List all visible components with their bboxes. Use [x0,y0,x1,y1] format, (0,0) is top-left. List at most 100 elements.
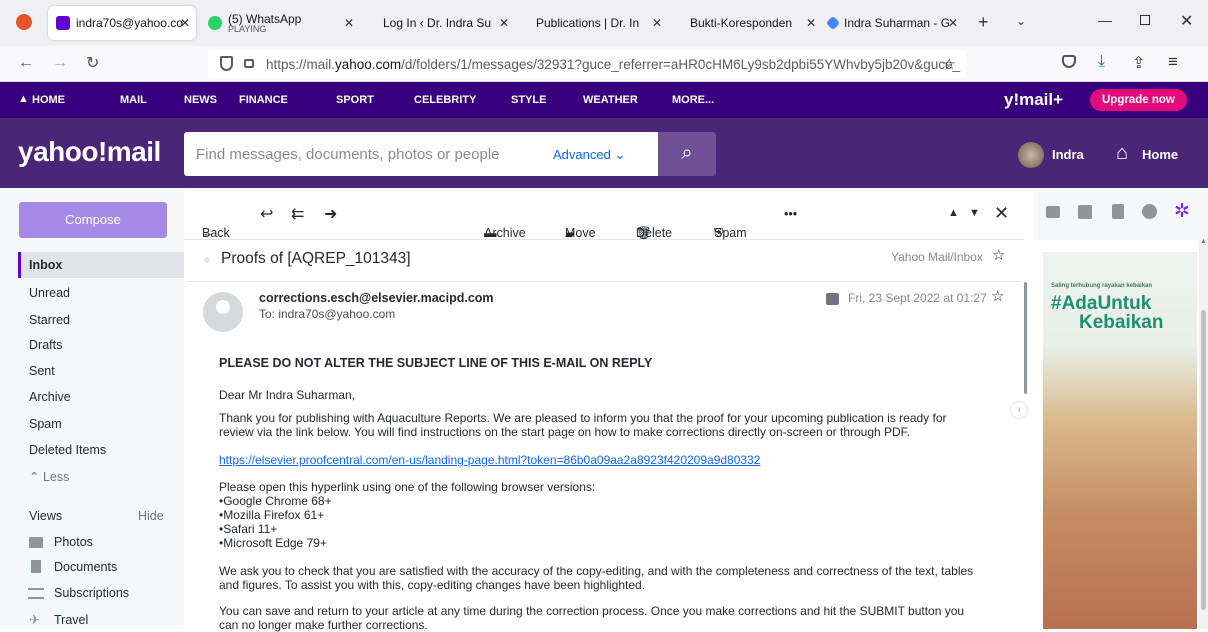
subscriptions-icon [28,588,44,599]
scrollbar-thumb[interactable] [1201,310,1206,610]
bookmark-star-icon[interactable]: ☆ [943,55,956,73]
browser-tab-login[interactable]: Log In ‹ Dr. Indra Su ✕ [375,6,515,40]
previous-message-icon[interactable]: ▲ [948,207,959,219]
sidebar-item-drafts[interactable]: Drafts [29,338,62,352]
scroll-up-icon[interactable]: ▲ [1200,238,1207,245]
folder-path[interactable]: Yahoo Mail/Inbox [891,250,983,264]
sidebar-item-photos[interactable]: Photos [54,535,93,549]
body-heading: PLEASE DO NOT ALTER THE SUBJECT LINE OF … [219,356,653,370]
next-message-icon[interactable]: ▼ [969,207,980,219]
restore-icon[interactable] [1140,15,1150,25]
browser-list-item: •Microsoft Edge 79+ [219,536,327,550]
close-window-icon[interactable]: ✕ [1180,11,1193,31]
home-house-icon[interactable]: ⌂ [1116,142,1128,165]
close-tab-icon[interactable]: ✕ [499,16,509,30]
notepad-icon[interactable] [1112,204,1124,219]
message-scrollbar[interactable] [1024,282,1027,394]
home-link[interactable]: Home [1142,147,1178,162]
divider [188,281,1022,282]
help-icon[interactable] [1142,204,1157,219]
avatar[interactable] [1018,142,1044,168]
sidebar-item-travel[interactable]: Travel [54,613,88,627]
sidebar-item-spam[interactable]: Spam [29,417,62,431]
nav-celebrity[interactable]: CELEBRITY [414,94,476,106]
proof-link[interactable]: https://elsevier.proofcentral.com/en-us/… [219,453,760,467]
settings-gear-icon[interactable]: ✲ [1174,200,1190,223]
nav-weather[interactable]: WEATHER [583,94,638,106]
more-actions-button[interactable]: ••• [784,207,797,221]
browser-tab-whatsapp[interactable]: (5) WhatsApp PLAYING ✕ [200,6,360,40]
photos-icon [29,537,43,548]
browser-list-item: •Google Chrome 68+ [219,494,332,508]
home-icon[interactable]: ▲ [18,93,29,105]
documents-icon [31,560,41,573]
share-icon[interactable]: ⇪ [1132,53,1145,73]
ad-tagline: Saling terhubung rayakan kebaikan [1051,283,1153,289]
download-icon[interactable]: ⤓ [1098,53,1105,71]
compose-button[interactable]: Compose [19,202,167,238]
nav-finance[interactable]: FINANCE [239,94,288,106]
url-field[interactable]: https://mail. yahoo.com/d/folders/1/messa… [208,50,966,78]
body-paragraph-1b: review via the link below. You will find… [219,425,911,439]
nav-style[interactable]: STYLE [511,94,546,106]
browser-tab-yahoo[interactable]: indra70s@yahoo.co ✕ [48,6,196,40]
close-tab-icon[interactable]: ✕ [344,16,354,30]
reply-all-icon[interactable]: ⇇ [291,204,304,224]
sidebar-item-unread[interactable]: Unread [29,286,70,300]
expand-ad-chevron-icon[interactable]: › [1010,401,1028,419]
reply-icon[interactable]: ↩ [260,204,273,224]
nav-more[interactable]: MORE... [672,94,714,106]
pocket-icon[interactable] [1062,55,1076,68]
scholar-favicon-icon [825,15,841,31]
calendar-icon[interactable] [1078,205,1092,219]
upgrade-button[interactable]: Upgrade now [1090,89,1187,111]
list-tabs-icon[interactable]: ⌄ [1016,14,1026,28]
close-tab-icon[interactable]: ✕ [652,16,662,30]
sidebar-item-deleted[interactable]: Deleted Items [29,443,106,457]
chevron-down-icon: ⌄ [614,147,626,162]
views-hide-button[interactable]: Hide [138,509,164,523]
nav-sport[interactable]: SPORT [336,94,374,106]
advanced-search-button[interactable]: Advanced ⌄ [553,147,625,163]
message-subject: Proofs of [AQREP_101343] [221,250,411,267]
close-tab-icon[interactable]: ✕ [806,16,816,30]
close-tab-icon[interactable]: ✕ [948,16,958,30]
sidebar-item-documents[interactable]: Documents [54,560,117,574]
close-message-icon[interactable]: ✕ [994,203,1009,224]
chevron-up-icon: ⌃ [29,470,40,484]
yahoo-top-nav: ▲ HOME MAIL NEWS FINANCE SPORT CELEBRITY… [0,82,1208,118]
less-toggle[interactable]: ⌃ Less [29,469,69,484]
forward-arrow-icon[interactable]: → [52,54,68,72]
folder-sidebar: Compose Inbox Unread Starred Drafts Sent… [0,188,184,629]
nav-home[interactable]: HOME [32,94,65,106]
close-tab-icon[interactable]: ✕ [180,16,190,30]
forward-icon[interactable]: ➜ [324,204,337,224]
yahoo-mail-logo[interactable]: yahoo!mail [18,136,161,168]
sidebar-item-inbox[interactable]: Inbox [18,252,184,278]
app-menu-icon[interactable]: ≡ [1168,52,1178,72]
sidebar-item-subscriptions[interactable]: Subscriptions [54,586,129,600]
search-button[interactable]: ⌕ [658,132,716,176]
browser-tab-publications[interactable]: Publications | Dr. In ✕ [528,6,668,40]
nav-mail[interactable]: MAIL [120,94,147,106]
back-arrow-icon[interactable]: ← [18,54,34,72]
browser-menu-icon[interactable] [16,14,32,30]
body-paragraph-4b: can no longer make further corrections. [219,618,428,632]
new-tab-icon[interactable]: + [978,12,989,33]
reload-icon[interactable]: ↻ [86,53,99,73]
browser-tab-bukti[interactable]: Bukti-Koresponden ✕ [682,6,822,40]
star-icon[interactable]: ☆ [992,246,1005,264]
nav-news[interactable]: NEWS [184,94,217,106]
message-toolbar: ← Back ↩ ⇇ ➜ ▬ Archive ▰ Move 🗑 Delete ⛨… [184,188,1024,241]
sender-email[interactable]: corrections.esch@elsevier.macipd.com [259,291,494,305]
print-icon[interactable] [826,293,839,305]
sidebar-item-sent[interactable]: Sent [29,364,55,378]
sidebar-item-archive[interactable]: Archive [29,390,71,404]
contacts-icon[interactable] [1046,206,1060,218]
message-star-icon[interactable]: ☆ [991,287,1004,305]
advertisement[interactable]: Saling terhubung rayakan kebaikan #AdaUn… [1043,252,1197,629]
sidebar-item-starred[interactable]: Starred [29,313,70,327]
browser-tab-scholar[interactable]: Indra Suharman - G ✕ [820,6,964,40]
user-name[interactable]: Indra [1052,147,1084,162]
minimize-icon[interactable]: — [1098,12,1112,28]
